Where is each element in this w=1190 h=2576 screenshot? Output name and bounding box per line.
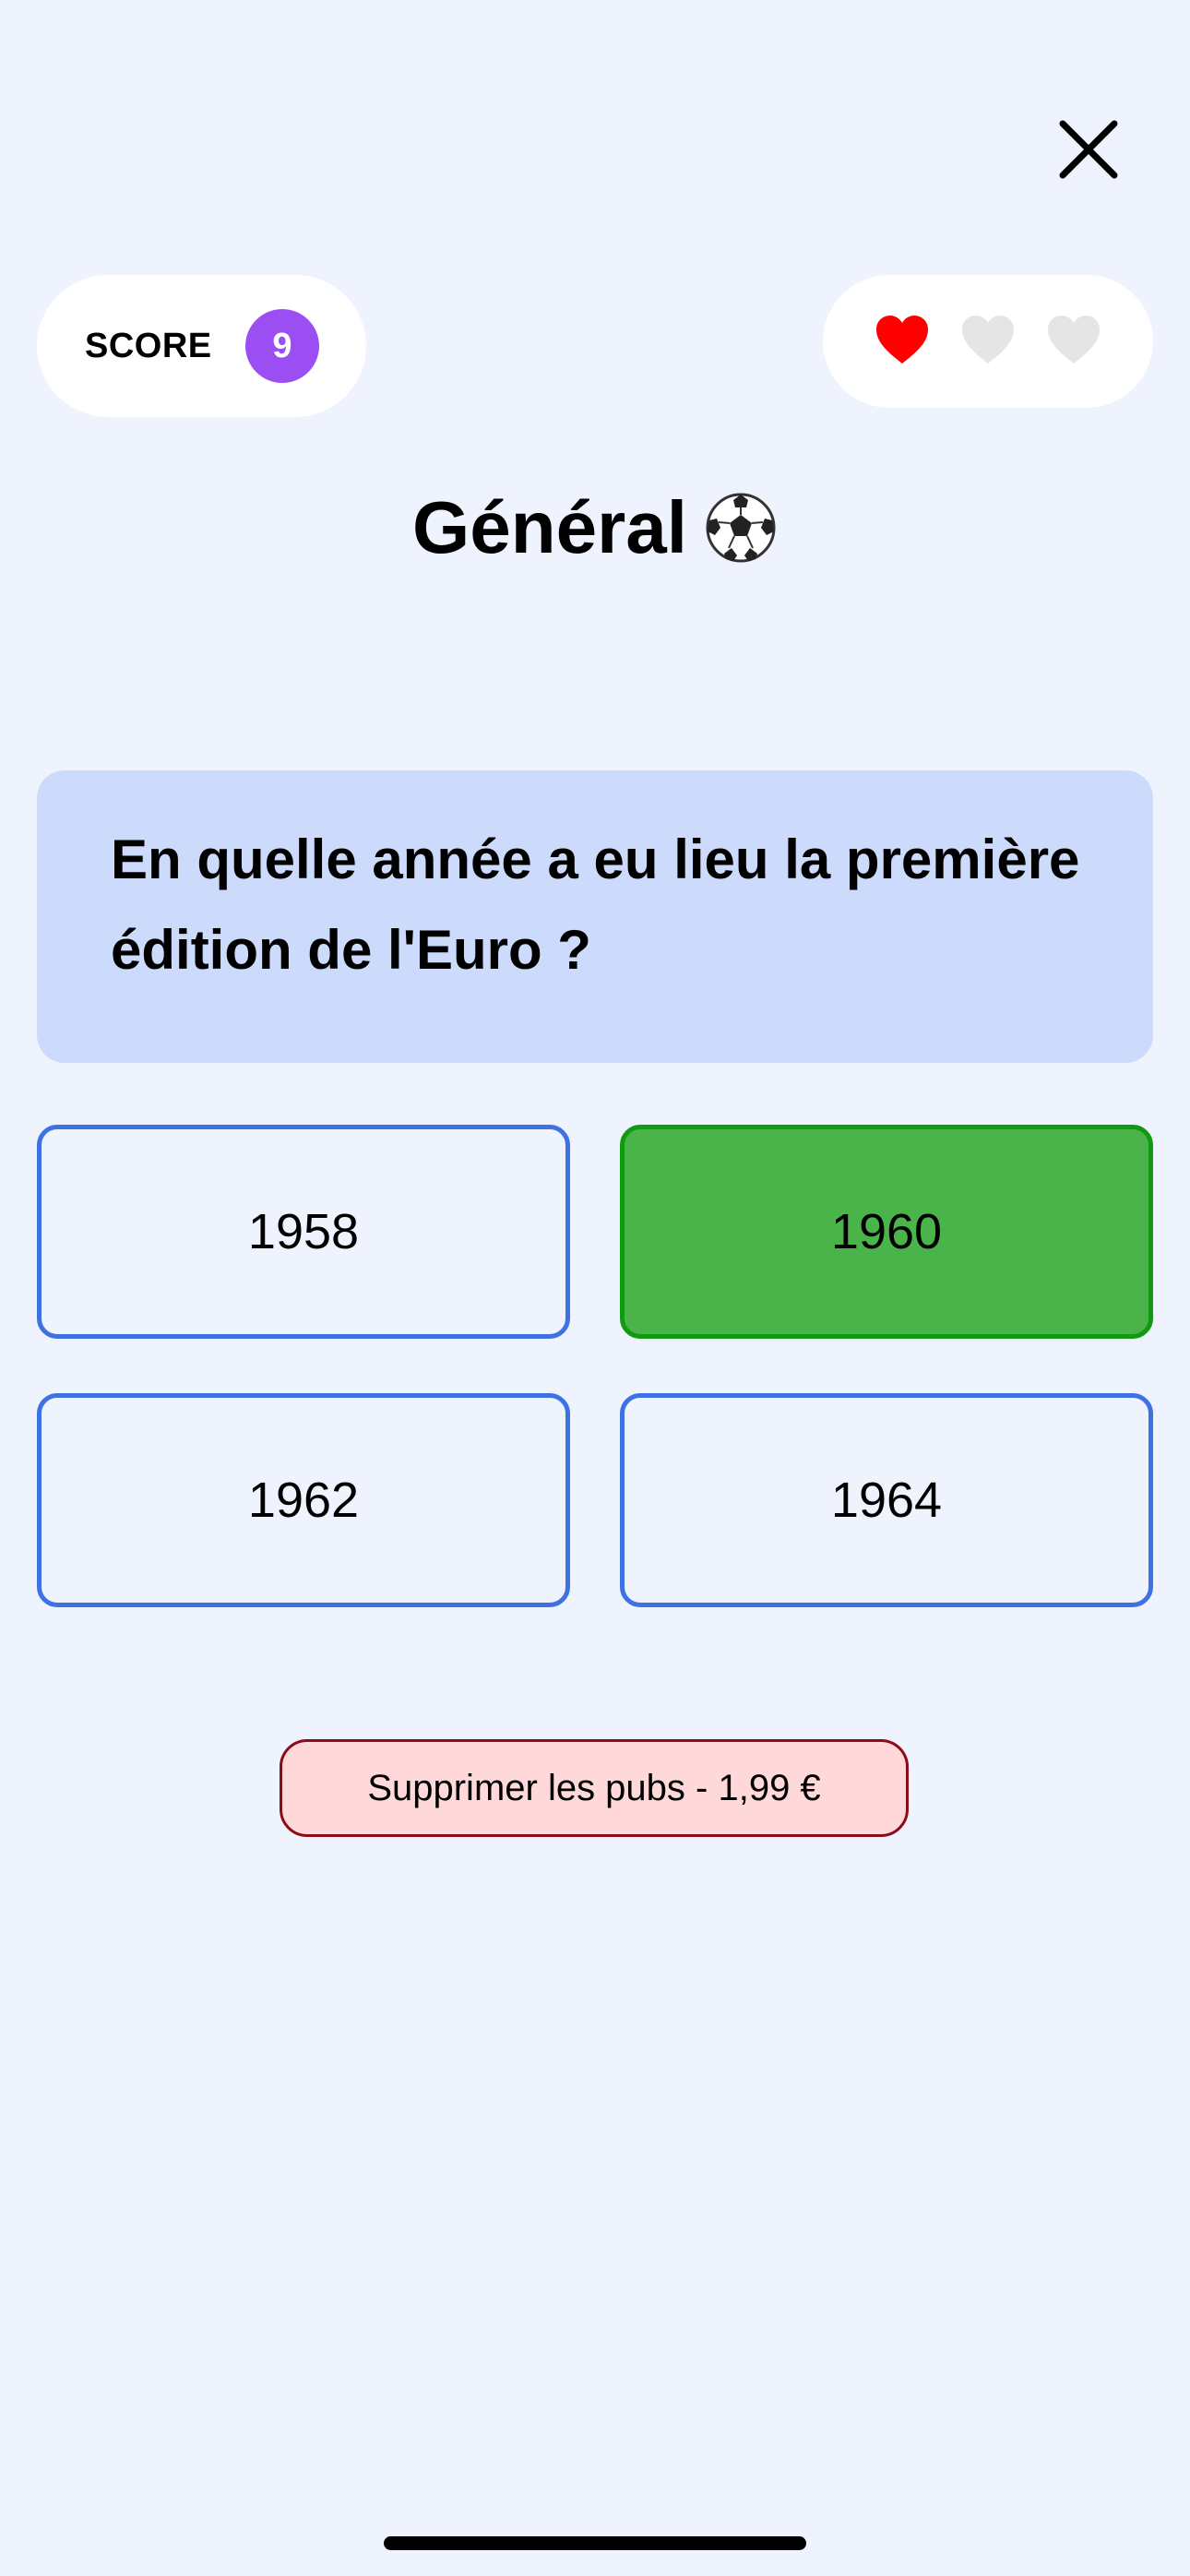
- question-card: En quelle année a eu lieu la première éd…: [37, 770, 1153, 1063]
- answer-option-1958[interactable]: 1958: [37, 1125, 570, 1339]
- answer-option-1962[interactable]: 1962: [37, 1393, 570, 1607]
- score-badge: 9: [245, 309, 319, 383]
- question-text: En quelle année a eu lieu la première éd…: [111, 829, 1080, 981]
- home-indicator: [384, 2536, 806, 2550]
- answer-option-1960[interactable]: 1960: [620, 1125, 1153, 1339]
- score-label: SCORE: [85, 326, 212, 365]
- close-button[interactable]: [1052, 113, 1125, 186]
- category-title-text: Général: [412, 486, 687, 568]
- category-title: Général: [0, 472, 1190, 583]
- heart-icon: [875, 314, 930, 365]
- close-icon: [1059, 120, 1118, 179]
- remove-ads-button[interactable]: Supprimer les pubs - 1,99 €: [280, 1739, 909, 1837]
- score-pill: SCORE 9: [37, 275, 366, 417]
- heart-icon: [960, 314, 1016, 365]
- soccer-ball-icon: [704, 491, 778, 565]
- heart-icon: [1046, 314, 1101, 365]
- lives-pill: [823, 275, 1153, 408]
- answer-option-1964[interactable]: 1964: [620, 1393, 1153, 1607]
